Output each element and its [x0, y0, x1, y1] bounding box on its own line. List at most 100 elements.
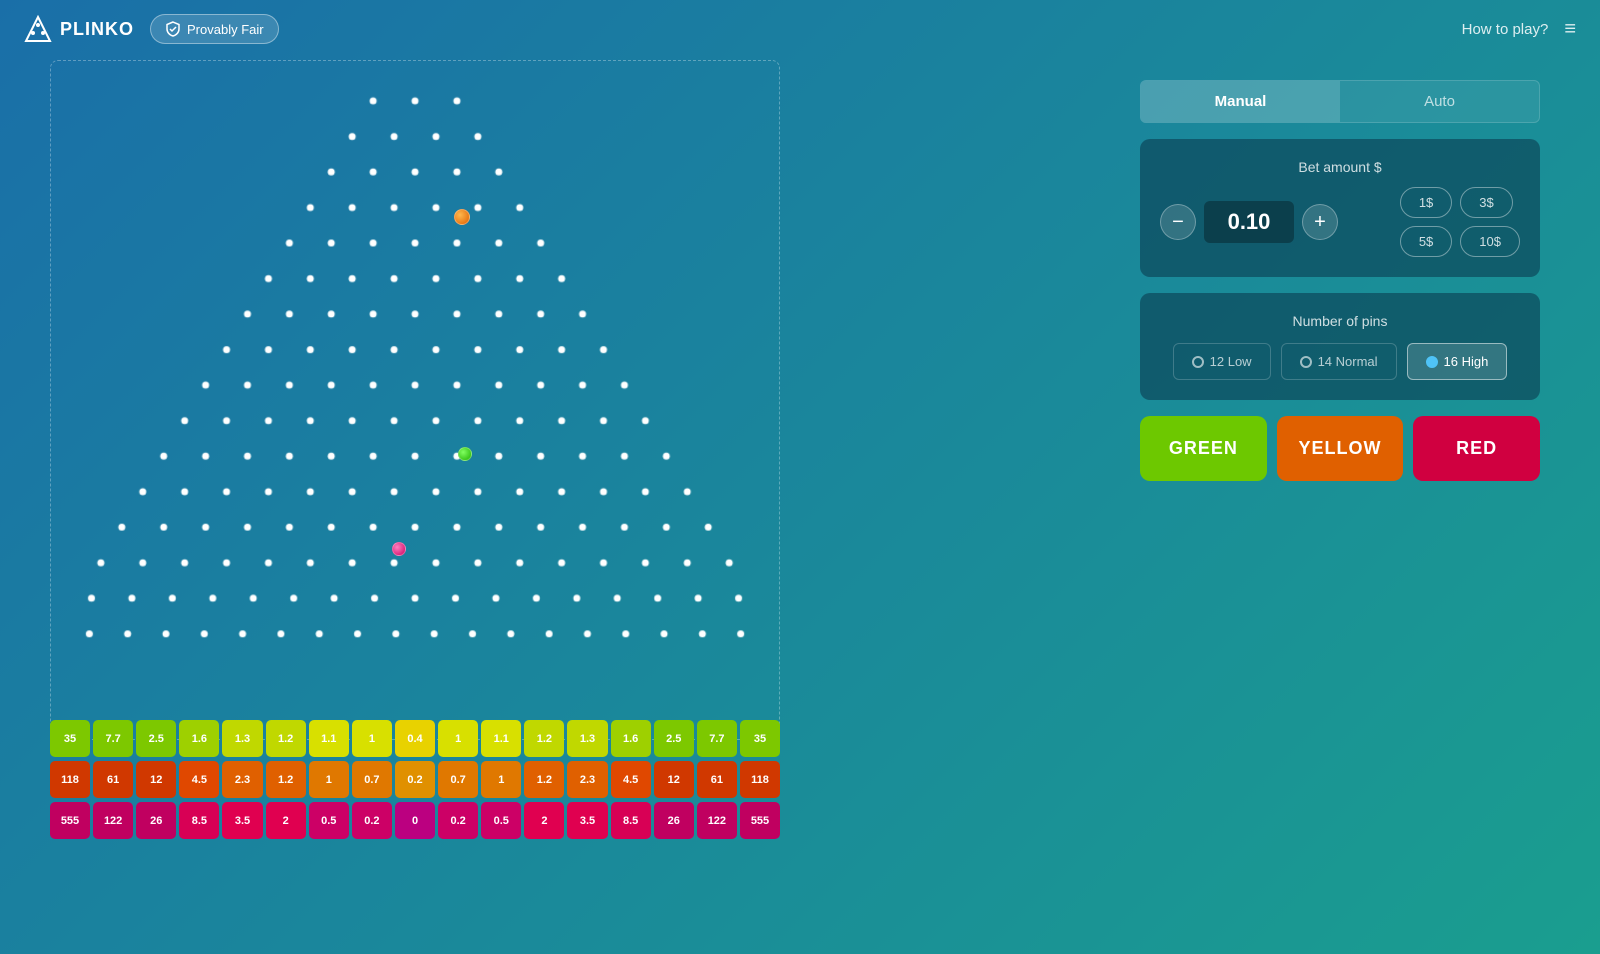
payout-green-cell: 2.5: [654, 720, 694, 757]
pin-label-12low: 12 Low: [1210, 354, 1252, 369]
header-right: How to play? ≡: [1462, 18, 1576, 41]
payout-yellow-cell: 12: [654, 761, 694, 798]
payout-red-cell: 2: [524, 802, 564, 839]
payout-rows: 357.72.51.61.31.21.110.411.11.21.31.62.5…: [50, 720, 780, 839]
payout-red-cell: 0: [395, 802, 435, 839]
payout-row-red: 555122268.53.520.50.200.20.523.58.526122…: [50, 802, 780, 839]
pin-option-14normal[interactable]: 14 Normal: [1281, 343, 1397, 380]
header-left: PLINKO Provably Fair: [24, 14, 279, 44]
provably-fair-label: Provably Fair: [187, 22, 264, 37]
payout-green-cell: 1.6: [611, 720, 651, 757]
radio-14normal: [1300, 356, 1312, 368]
payout-yellow-cell: 4.5: [179, 761, 219, 798]
payout-green-cell: 35: [50, 720, 90, 757]
ball-orange: [454, 209, 470, 225]
payout-yellow-cell: 1.2: [524, 761, 564, 798]
payout-red-cell: 3.5: [567, 802, 607, 839]
payout-green-cell: 35: [740, 720, 780, 757]
payout-green-cell: 1.1: [309, 720, 349, 757]
payout-red-cell: 2: [266, 802, 306, 839]
pin-label-16high: 16 High: [1444, 354, 1489, 369]
tab-auto[interactable]: Auto: [1340, 81, 1539, 122]
pins-panel: Number of pins 12 Low 14 Normal 16 High: [1140, 293, 1540, 400]
provably-fair-button[interactable]: Provably Fair: [150, 14, 279, 44]
payout-yellow-cell: 2.3: [567, 761, 607, 798]
board-container: [50, 60, 780, 740]
color-btn-green[interactable]: GREEN: [1140, 416, 1267, 481]
payout-green-cell: 1.3: [222, 720, 262, 757]
shield-icon: [165, 21, 181, 37]
payout-yellow-cell: 0.7: [438, 761, 478, 798]
quick-bet-3[interactable]: 3$: [1460, 187, 1512, 218]
quick-bet-1[interactable]: 1$: [1400, 187, 1452, 218]
quick-bets: 1$ 3$ 5$ 10$: [1400, 187, 1520, 257]
quick-bet-10[interactable]: 10$: [1460, 226, 1520, 257]
payout-green-cell: 0.4: [395, 720, 435, 757]
ball-pink: [392, 542, 406, 556]
payout-yellow-cell: 1.2: [266, 761, 306, 798]
payout-green-cell: 1.2: [524, 720, 564, 757]
pins-canvas: [51, 61, 779, 739]
payout-green-cell: 1.3: [567, 720, 607, 757]
payout-red-cell: 0.2: [352, 802, 392, 839]
how-to-play-link[interactable]: How to play?: [1462, 21, 1549, 38]
payout-red-cell: 8.5: [611, 802, 651, 839]
quick-bet-5[interactable]: 5$: [1400, 226, 1452, 257]
pins-title: Number of pins: [1160, 313, 1520, 329]
payout-red-cell: 0.5: [309, 802, 349, 839]
payout-red-cell: 555: [50, 802, 90, 839]
decrease-bet-button[interactable]: −: [1160, 204, 1196, 240]
tab-manual[interactable]: Manual: [1141, 81, 1340, 122]
bet-title: Bet amount $: [1160, 159, 1520, 175]
color-buttons: GREEN YELLOW RED: [1140, 416, 1540, 481]
payout-red-cell: 26: [654, 802, 694, 839]
radio-16high: [1426, 356, 1438, 368]
menu-icon[interactable]: ≡: [1564, 18, 1576, 41]
pin-label-14normal: 14 Normal: [1318, 354, 1378, 369]
payout-green-cell: 2.5: [136, 720, 176, 757]
payout-red-cell: 26: [136, 802, 176, 839]
bet-value: 0.10: [1204, 201, 1294, 243]
increase-bet-button[interactable]: +: [1302, 204, 1338, 240]
payout-red-cell: 3.5: [222, 802, 262, 839]
payout-yellow-cell: 2.3: [222, 761, 262, 798]
payout-red-cell: 555: [740, 802, 780, 839]
right-panel: Manual Auto Bet amount $ − 0.10 + 1$ 3$ …: [1140, 80, 1540, 481]
payout-green-cell: 7.7: [697, 720, 737, 757]
payout-yellow-cell: 1: [309, 761, 349, 798]
bet-controls: − 0.10 + 1$ 3$ 5$ 10$: [1160, 187, 1520, 257]
color-btn-yellow[interactable]: YELLOW: [1277, 416, 1404, 481]
ball-green: [458, 447, 472, 461]
payout-green-cell: 7.7: [93, 720, 133, 757]
payout-yellow-cell: 0.2: [395, 761, 435, 798]
payout-yellow-cell: 61: [93, 761, 133, 798]
payout-yellow-cell: 1: [481, 761, 521, 798]
logo: PLINKO: [24, 15, 134, 43]
payout-yellow-cell: 118: [50, 761, 90, 798]
payout-row-green: 357.72.51.61.31.21.110.411.11.21.31.62.5…: [50, 720, 780, 757]
payout-yellow-cell: 118: [740, 761, 780, 798]
payout-red-cell: 0.5: [481, 802, 521, 839]
payout-yellow-cell: 0.7: [352, 761, 392, 798]
tab-container: Manual Auto: [1140, 80, 1540, 123]
payout-yellow-cell: 61: [697, 761, 737, 798]
payout-yellow-cell: 4.5: [611, 761, 651, 798]
radio-12low: [1192, 356, 1204, 368]
payout-row-yellow: 11861124.52.31.210.70.20.711.22.34.51261…: [50, 761, 780, 798]
color-btn-red[interactable]: RED: [1413, 416, 1540, 481]
pin-option-12low[interactable]: 12 Low: [1173, 343, 1271, 380]
bet-panel: Bet amount $ − 0.10 + 1$ 3$ 5$ 10$: [1140, 139, 1540, 277]
pin-option-16high[interactable]: 16 High: [1407, 343, 1508, 380]
payout-red-cell: 8.5: [179, 802, 219, 839]
quick-bet-row-2: 5$ 10$: [1400, 226, 1520, 257]
logo-text: PLINKO: [60, 19, 134, 40]
payout-green-cell: 1.1: [481, 720, 521, 757]
game-board: 357.72.51.61.31.21.110.411.11.21.31.62.5…: [50, 60, 830, 930]
payout-green-cell: 1.2: [266, 720, 306, 757]
payout-green-cell: 1.6: [179, 720, 219, 757]
payout-green-cell: 1: [438, 720, 478, 757]
payout-green-cell: 1: [352, 720, 392, 757]
payout-red-cell: 122: [93, 802, 133, 839]
payout-red-cell: 122: [697, 802, 737, 839]
plinko-logo-icon: [24, 15, 52, 43]
